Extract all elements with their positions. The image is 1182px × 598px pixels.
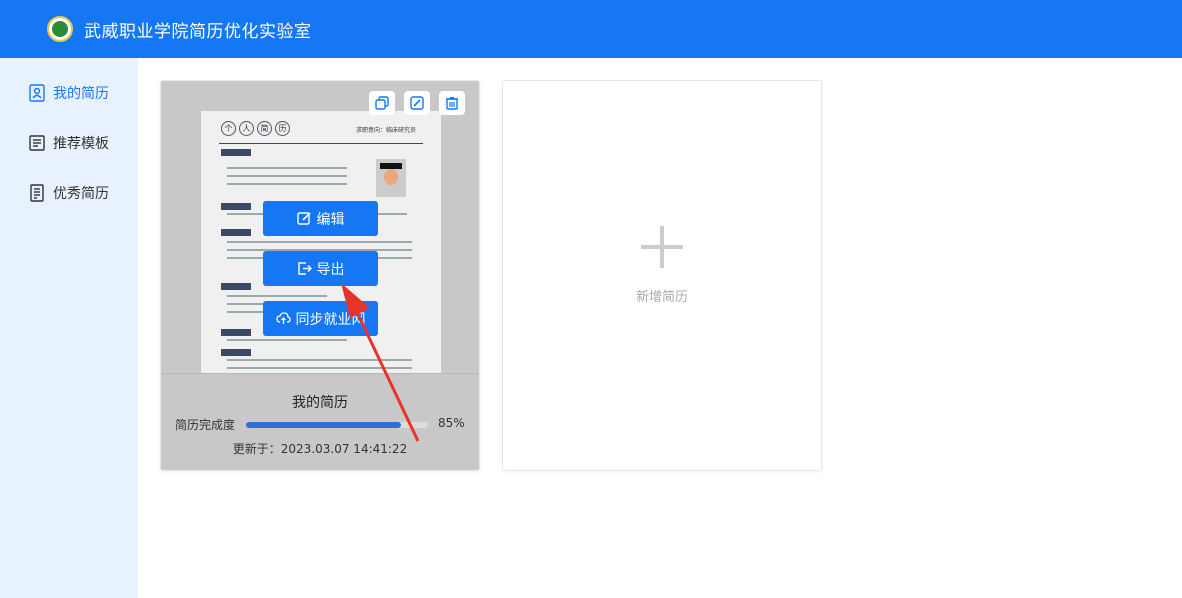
preview-char: 个 — [221, 121, 236, 136]
cloud-upload-icon — [275, 312, 291, 324]
sync-job-site-button[interactable]: 同步就业网 — [263, 301, 378, 336]
preview-rule — [219, 143, 423, 144]
delete-button[interactable] — [439, 91, 465, 115]
plus-icon — [641, 226, 683, 268]
preview-section — [221, 349, 251, 356]
resume-card[interactable]: 个 人 简 历 求职意向：临床研究员 编辑 导出 同步就业网 我的简历 简历完成… — [160, 80, 480, 471]
export-label: 导出 — [316, 261, 345, 278]
resume-info-panel: 我的简历 简历完成度 85% 更新于：2023.03.07 14:41:22 — [161, 373, 479, 470]
main-content: 个 人 简 历 求职意向：临床研究员 编辑 导出 同步就业网 我的简历 简历完成… — [138, 58, 1182, 598]
edit-pen-icon — [410, 96, 424, 110]
preview-line — [227, 241, 412, 243]
preview-section — [221, 229, 251, 236]
preview-line — [227, 339, 347, 341]
new-resume-label: 新增简历 — [635, 290, 688, 305]
preview-char: 人 — [239, 121, 254, 136]
sidebar-item-label: 我的简历 — [53, 86, 109, 102]
preview-char: 简 — [257, 121, 272, 136]
sidebar-item-my-resume[interactable]: 我的简历 — [0, 68, 138, 118]
preview-line — [227, 167, 347, 169]
new-resume-card[interactable]: 新增简历 — [502, 80, 822, 471]
updated-timestamp: 更新于：2023.03.07 14:41:22 — [232, 442, 408, 456]
progress-percent: 85% — [438, 416, 465, 430]
progress-label: 简历完成度 — [175, 418, 236, 432]
preview-line — [227, 183, 347, 185]
preview-line — [227, 295, 327, 297]
edit-label: 编辑 — [316, 211, 345, 228]
template-icon — [29, 135, 45, 151]
resume-name: 我的简历 — [292, 395, 348, 411]
user-profile-icon — [29, 84, 45, 102]
sidebar-item-templates[interactable]: 推荐模板 — [0, 118, 138, 168]
preview-section — [221, 283, 251, 290]
sidebar: 我的简历 推荐模板 优秀简历 — [0, 58, 138, 598]
preview-section — [221, 149, 251, 156]
export-resume-button[interactable]: 导出 — [263, 251, 378, 286]
sidebar-item-label: 推荐模板 — [53, 136, 109, 152]
preview-line — [227, 367, 412, 369]
preview-section — [221, 203, 251, 210]
document-list-icon — [30, 184, 44, 202]
progress-bar — [246, 422, 428, 428]
app-title: 武威职业学院简历优化实验室 — [84, 21, 312, 42]
sidebar-item-label: 优秀简历 — [53, 186, 109, 202]
app-header: 武威职业学院简历优化实验室 — [0, 0, 1182, 58]
preview-avatar — [376, 159, 406, 197]
preview-section — [221, 329, 251, 336]
sync-label: 同步就业网 — [295, 311, 366, 328]
copy-button[interactable] — [369, 91, 395, 115]
preview-title: 个 人 简 历 — [221, 121, 290, 136]
rename-button[interactable] — [404, 91, 430, 115]
school-logo-icon — [47, 16, 73, 42]
preview-job-intent: 求职意向：临床研究员 — [356, 127, 417, 134]
edit-icon — [296, 212, 311, 225]
preview-line — [227, 359, 412, 361]
copy-icon — [375, 96, 389, 110]
trash-icon — [446, 97, 458, 110]
edit-resume-button[interactable]: 编辑 — [263, 201, 378, 236]
export-icon — [297, 262, 312, 275]
preview-char: 历 — [275, 121, 290, 136]
progress-fill — [246, 422, 401, 428]
sidebar-item-excellent[interactable]: 优秀简历 — [0, 168, 138, 218]
preview-line — [227, 175, 347, 177]
